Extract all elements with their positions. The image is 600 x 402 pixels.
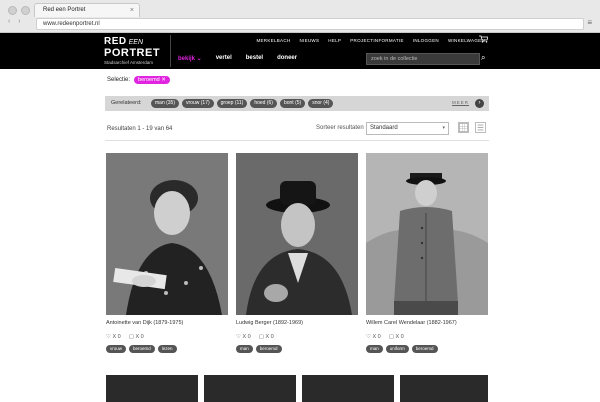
minimize-window-button[interactable] [21,6,30,15]
tag-chip[interactable]: uniform [385,345,409,353]
main-navigation: bekijk ⌄ vertel bestel doneer [178,55,297,62]
nav-vertel[interactable]: vertel [216,55,232,62]
nav-bestel[interactable]: bestel [246,55,263,62]
search-input[interactable]: zoek in de collectie [366,53,480,65]
nav-bekijk-label: bekijk [178,56,196,62]
portrait-photo[interactable] [366,153,488,315]
related-label: Gerelateerd: [111,100,142,106]
portrait-card[interactable]: Antoinette van Dijk (1879-1975) ♡ X 0 ▢ … [106,153,228,353]
site-header: RED EEN PORTRET Stadsarchief Amsterdam ME… [0,33,600,69]
selection-label: Selectie: [107,77,131,83]
likes-count[interactable]: ♡ X 0 [236,334,251,340]
related-chip[interactable]: groep (11) [216,99,248,108]
topnav-nieuws[interactable]: NIEUWS [299,38,319,43]
chevron-down-icon: ▾ [442,125,445,131]
portrait-caption[interactable]: Antoinette van Dijk (1879-1975) [106,320,228,326]
portrait-thumbnail[interactable] [204,375,296,402]
tag-chip[interactable]: beroemd [255,345,282,353]
nav-bekijk[interactable]: bekijk ⌄ [178,55,202,62]
selection-filter: Selectie: beroemd ✕ [107,76,170,84]
related-chip[interactable]: bont (5) [279,99,306,108]
card-stats: ♡ X 0 ▢ X 0 [106,334,228,340]
browser-tab[interactable]: Red een Portret × [34,3,140,17]
portrait-image [106,153,228,315]
comments-count[interactable]: ▢ X 0 [129,334,144,340]
sort-select[interactable]: Standaard ▾ [366,122,449,135]
close-window-button[interactable] [8,6,17,15]
chevron-down-icon: ⌄ [195,56,202,62]
list-view-icon[interactable] [475,122,486,133]
divider [105,140,489,141]
address-bar[interactable]: www.redeenportret.nl [36,18,584,30]
browser-chrome: Red een Portret × ‹ › www.redeenportret.… [0,0,600,33]
selected-filter-chip[interactable]: beroemd ✕ [134,76,170,84]
close-tab-icon[interactable]: × [130,4,134,17]
results-count: Resultaten 1 - 19 van 64 [107,126,173,132]
card-stats: ♡ X 0 ▢ X 0 [366,334,488,340]
related-chips: man (35) vrouw (17) groep (11) hoed (6) … [151,99,334,108]
browser-window: Red een Portret × ‹ › www.redeenportret.… [0,0,600,402]
card-stats: ♡ X 0 ▢ X 0 [236,334,358,340]
portrait-card[interactable]: Ludwig Berger (1892-1969) ♡ X 0 ▢ X 0 ma… [236,153,358,353]
related-filters-bar: Gerelateerd: man (35) vrouw (17) groep (… [105,96,489,111]
tag-chip[interactable]: lezen [157,345,177,353]
tab-title: Red een Portret [43,7,86,13]
topnav-merkelbach[interactable]: MERKELBACH [256,38,290,43]
tag-chip[interactable]: man [236,345,253,353]
chevron-right-icon[interactable]: › [475,99,484,108]
comments-count[interactable]: ▢ X 0 [389,334,404,340]
related-chip[interactable]: snor (4) [308,99,334,108]
logo-een: EEN [128,39,144,46]
site-logo[interactable]: RED EEN PORTRET Stadsarchief Amsterdam [104,36,160,67]
topnav-inloggen[interactable]: INLOGGEN [413,38,439,43]
likes-count[interactable]: ♡ X 0 [366,334,381,340]
back-forward-icon[interactable]: ‹ › [8,18,24,25]
cart-icon[interactable] [479,35,488,43]
related-chip[interactable]: man (35) [151,99,180,108]
portrait-card[interactable]: Willem Carel Wendelaar (1882-1967) ♡ X 0… [366,153,488,353]
portrait-thumbnail[interactable] [302,375,394,402]
tag-chip[interactable]: vrouw [106,345,127,353]
related-chip[interactable]: vrouw (17) [182,99,214,108]
card-tags: man beroemd [236,345,358,353]
comments-count[interactable]: ▢ X 0 [259,334,274,340]
related-chip[interactable]: hoed (6) [250,99,277,108]
logo-subtitle: Stadsarchief Amsterdam [104,60,154,65]
portrait-image [366,153,488,315]
tag-chip[interactable]: man [366,345,383,353]
more-link[interactable]: MEER [452,100,469,105]
top-navigation: MERKELBACH NIEUWS HELP PROJECTINFORMATIE… [256,38,485,43]
grid-view-icon[interactable] [458,122,469,133]
topnav-help[interactable]: HELP [328,38,341,43]
portrait-caption[interactable]: Willem Carel Wendelaar (1882-1967) [366,320,488,326]
nav-doneer[interactable]: doneer [277,55,297,62]
logo-red: RED [104,36,127,47]
portrait-thumbnail[interactable] [400,375,488,402]
sort-value: Standaard [370,125,398,131]
logo-portret: PORTRET [104,47,161,59]
portrait-photo[interactable] [236,153,358,315]
card-tags: man uniform beroemd [366,345,488,353]
likes-count[interactable]: ♡ X 0 [106,334,121,340]
tag-chip[interactable]: beroemd [129,345,155,353]
card-tags: vrouw beroemd lezen [106,345,228,353]
portrait-image [236,153,358,315]
search-icon[interactable]: ⌕ [481,53,485,63]
topnav-projectinformatie[interactable]: PROJECTINFORMATIE [350,38,404,43]
header-divider [170,35,171,67]
portrait-photo[interactable] [106,153,228,315]
browser-menu-icon[interactable]: ≡ [587,18,592,27]
tag-chip[interactable]: beroemd [411,345,438,353]
portrait-caption[interactable]: Ludwig Berger (1892-1969) [236,320,358,326]
portrait-thumbnail[interactable] [106,375,198,402]
sort-label: Sorteer resultaten [316,125,364,131]
